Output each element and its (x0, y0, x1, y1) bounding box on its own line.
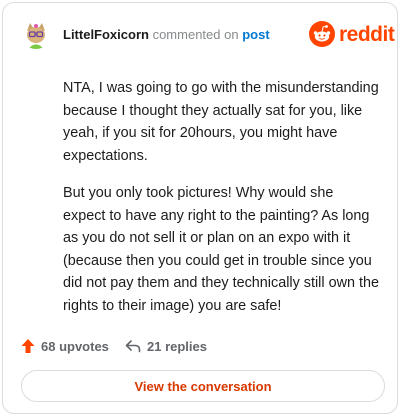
avatar[interactable] (21, 19, 51, 49)
reddit-logo[interactable]: reddit (309, 21, 395, 49)
post-link[interactable]: post (242, 27, 269, 42)
upvotes-count: 68 upvotes (41, 338, 109, 354)
snoo-icon (309, 21, 335, 47)
comment-paragraph: NTA, I was going to go with the misunder… (63, 80, 379, 164)
author-name[interactable]: LittelFoxicorn (63, 27, 149, 42)
comment-paragraph: But you only took pictures! Why would sh… (63, 185, 379, 314)
view-conversation-button[interactable]: View the conversation (21, 370, 385, 402)
upvote-arrow-icon (21, 339, 35, 353)
upvote-stat[interactable]: 68 upvotes (21, 335, 109, 357)
replies-stat[interactable]: 21 replies (125, 335, 207, 357)
action-text: commented on (152, 27, 239, 42)
reply-arrow-icon (125, 340, 141, 353)
comment-footer: 68 upvotes 21 replies (21, 335, 387, 357)
comment-embed-card: LittelFoxicorn commented on post reddit … (2, 2, 398, 414)
author-line: LittelFoxicorn commented on post (63, 27, 270, 43)
replies-count: 21 replies (147, 338, 207, 354)
avatar-icon (21, 19, 51, 49)
reddit-wordmark: reddit (339, 23, 395, 46)
comment-header: LittelFoxicorn commented on post reddit (21, 19, 395, 55)
comment-body: NTA, I was going to go with the misunder… (63, 77, 379, 332)
